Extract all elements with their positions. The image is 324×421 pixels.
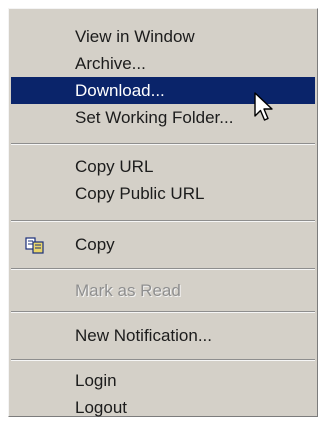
menu-separator xyxy=(11,143,315,145)
menu-item-copy[interactable]: Copy xyxy=(11,231,315,258)
menu-item-label: Mark as Read xyxy=(75,281,181,300)
menu-item-label: Logout xyxy=(75,398,127,417)
menu-separator xyxy=(11,359,315,361)
menu-item-label: Login xyxy=(75,371,117,390)
menu-item-label: Copy xyxy=(75,235,115,254)
menu-item-logout[interactable]: Logout xyxy=(11,394,315,421)
menu-item-login[interactable]: Login xyxy=(11,367,315,394)
menu-item-view-in-window[interactable]: View in Window xyxy=(11,23,315,50)
menu-item-copy-public-url[interactable]: Copy Public URL xyxy=(11,180,315,207)
copy-icon xyxy=(25,235,45,254)
menu-item-label: View in Window xyxy=(75,27,195,46)
menu-item-copy-url[interactable]: Copy URL xyxy=(11,153,315,180)
menu-item-label: New Notification... xyxy=(75,326,212,345)
menu-item-label: Download... xyxy=(75,81,165,100)
menu-item-label: Archive... xyxy=(75,54,146,73)
menu-item-archive[interactable]: Archive... xyxy=(11,50,315,77)
menu-item-label: Set Working Folder... xyxy=(75,108,234,127)
menu-separator xyxy=(11,220,315,222)
menu-item-mark-as-read: Mark as Read xyxy=(11,277,315,304)
menu-item-new-notification[interactable]: New Notification... xyxy=(11,322,315,349)
menu-separator xyxy=(11,311,315,313)
menu-separator xyxy=(11,268,315,270)
menu-item-label: Copy Public URL xyxy=(75,184,205,203)
context-menu: View in Window Archive... Download... Se… xyxy=(8,8,318,417)
arrow-cursor-icon xyxy=(254,92,276,126)
menu-item-label: Copy URL xyxy=(75,157,154,176)
